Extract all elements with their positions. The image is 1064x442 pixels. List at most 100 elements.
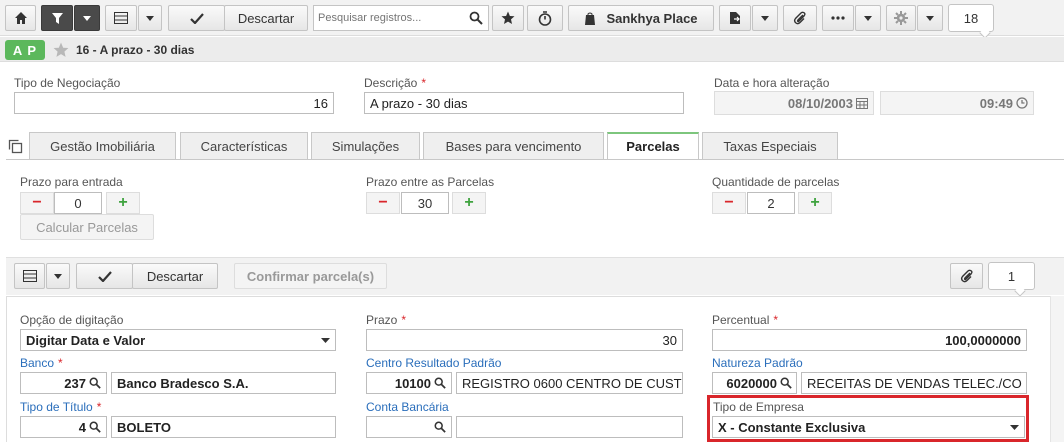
- prazo-parcelas-decrement[interactable]: −: [366, 192, 400, 214]
- prazo-entrada-label: Prazo para entrada: [20, 175, 123, 189]
- centro-code-field[interactable]: 10100: [366, 372, 452, 394]
- tab-taxas-especiais[interactable]: Taxas Especiais: [702, 132, 838, 160]
- required-marker: *: [96, 400, 102, 414]
- filter-button[interactable]: [41, 5, 73, 31]
- natureza-name-field[interactable]: RECEITAS DE VENDAS TELEC./CO: [801, 372, 1027, 394]
- natureza-code-field[interactable]: 6020000: [712, 372, 797, 394]
- caret-down-icon: [321, 337, 330, 343]
- confirmar-parcelas-button[interactable]: Confirmar parcela(s): [234, 263, 387, 289]
- prazo-entrada-decrement[interactable]: −: [20, 192, 54, 214]
- discard-parcela-button[interactable]: Descartar: [132, 263, 218, 289]
- prazo-parcelas-increment[interactable]: +: [452, 192, 486, 214]
- tab-bases-vencimento[interactable]: Bases para vencimento: [423, 132, 604, 160]
- descricao-field[interactable]: A prazo - 30 dias: [364, 92, 684, 114]
- opcao-digitacao-select[interactable]: Digitar Data e Valor: [20, 329, 336, 351]
- tipo-titulo-code-field[interactable]: 4: [20, 416, 107, 438]
- centro-resultado-label[interactable]: Centro Resultado Padrão: [366, 356, 501, 370]
- sankhya-place-button[interactable]: Sankhya Place: [568, 5, 714, 31]
- descricao-label: Descrição *: [364, 76, 427, 90]
- tab-simulacoes[interactable]: Simulações: [311, 132, 420, 160]
- document-export-icon: [730, 12, 740, 24]
- more-options-dropdown-button[interactable]: [855, 5, 881, 31]
- banco-code-field[interactable]: 237: [20, 372, 107, 394]
- document-button[interactable]: [719, 5, 751, 31]
- star-icon: [501, 11, 515, 24]
- search-icon[interactable]: [434, 421, 446, 433]
- tab-caracteristicas[interactable]: Características: [180, 132, 308, 160]
- calendar-icon[interactable]: [856, 97, 868, 109]
- home-button[interactable]: [5, 5, 36, 31]
- record-count: 18: [963, 10, 979, 26]
- prazo-entrada-increment[interactable]: +: [106, 192, 140, 214]
- save-parcela-button[interactable]: [76, 263, 133, 289]
- grid-view-button[interactable]: [105, 5, 137, 31]
- banco-label[interactable]: Banco *: [20, 356, 63, 370]
- parcela-count: 1: [1007, 268, 1016, 284]
- clock-icon[interactable]: [1016, 97, 1028, 109]
- banco-code: 237: [64, 375, 86, 391]
- filter-dropdown-button[interactable]: [74, 5, 100, 31]
- copy-icon[interactable]: [8, 139, 23, 154]
- search-icon[interactable]: [89, 377, 101, 389]
- data-alteracao-label: Data e hora alteração: [714, 76, 830, 90]
- prazo-entrada-value[interactable]: 0: [54, 192, 102, 214]
- timer-button[interactable]: [527, 5, 563, 31]
- conta-code-field[interactable]: [366, 416, 452, 438]
- document-dropdown-button[interactable]: [752, 5, 778, 31]
- parcela-count-bubble: 1: [988, 262, 1035, 290]
- caret-down-icon: [146, 15, 154, 21]
- prazo-label: Prazo *: [366, 313, 407, 327]
- tipo-empresa-select[interactable]: X - Constante Exclusiva: [712, 416, 1025, 438]
- search-box: [313, 5, 489, 31]
- prazo-parcelas-value[interactable]: 30: [401, 192, 449, 214]
- search-icon[interactable]: [469, 11, 483, 25]
- settings-dropdown-button[interactable]: [917, 5, 943, 31]
- calcular-parcelas-button[interactable]: Calcular Parcelas: [20, 214, 154, 240]
- centro-name-field[interactable]: REGISTRO 0600 CENTRO DE CUST: [456, 372, 683, 394]
- caret-down-icon: [926, 15, 934, 21]
- conta-name-field[interactable]: [456, 416, 683, 438]
- grid-dropdown-button[interactable]: [46, 263, 70, 289]
- tipo-empresa-value: X - Constante Exclusiva: [718, 419, 866, 435]
- caret-down-icon: [83, 15, 91, 21]
- tipo-empresa-label: Tipo de Empresa: [713, 400, 804, 414]
- prazo-field[interactable]: 30: [366, 329, 683, 351]
- quantidade-parcelas-increment[interactable]: +: [798, 192, 832, 214]
- record-title: 16 - A prazo - 30 dias: [76, 43, 195, 57]
- banco-name-field[interactable]: Banco Bradesco S.A.: [111, 372, 336, 394]
- grid-dropdown-button[interactable]: [138, 5, 162, 31]
- attachment-button[interactable]: [950, 263, 983, 289]
- home-icon: [14, 12, 27, 24]
- tab-parcelas[interactable]: Parcelas: [607, 132, 699, 160]
- discard-button[interactable]: Descartar: [224, 5, 308, 31]
- settings-button[interactable]: [886, 5, 916, 31]
- star-icon[interactable]: [53, 42, 69, 58]
- caret-down-icon: [54, 273, 62, 279]
- grid-view-button[interactable]: [14, 263, 45, 289]
- tipo-negociacao-field[interactable]: 16: [14, 92, 334, 114]
- conta-bancaria-label[interactable]: Conta Bancária: [366, 400, 449, 414]
- paperclip-icon: [793, 11, 806, 25]
- vertical-scrollbar[interactable]: [1050, 296, 1064, 442]
- save-button[interactable]: [168, 5, 225, 31]
- tab-gestao-imobiliaria[interactable]: Gestão Imobiliária: [29, 132, 176, 160]
- tipo-titulo-name-field[interactable]: BOLETO: [111, 416, 336, 438]
- required-marker: *: [773, 313, 779, 327]
- caret-down-icon: [1010, 424, 1019, 430]
- favorite-button[interactable]: [492, 5, 524, 31]
- tipo-titulo-label[interactable]: Tipo de Título *: [20, 400, 101, 414]
- centro-code: 10100: [394, 375, 431, 391]
- paperclip-icon: [960, 269, 973, 283]
- quantidade-parcelas-decrement[interactable]: −: [712, 192, 746, 214]
- attachment-button[interactable]: [783, 5, 817, 31]
- more-options-button[interactable]: [822, 5, 854, 31]
- shopping-bag-icon: [585, 12, 596, 25]
- search-input[interactable]: [314, 6, 464, 30]
- quantidade-parcelas-value[interactable]: 2: [747, 192, 795, 214]
- search-icon[interactable]: [89, 421, 101, 433]
- search-icon[interactable]: [434, 377, 446, 389]
- percentual-field[interactable]: 100,0000000: [712, 329, 1027, 351]
- search-icon[interactable]: [780, 377, 792, 389]
- natureza-label[interactable]: Natureza Padrão: [712, 356, 803, 370]
- prazo-parcelas-label: Prazo entre as Parcelas: [366, 175, 495, 189]
